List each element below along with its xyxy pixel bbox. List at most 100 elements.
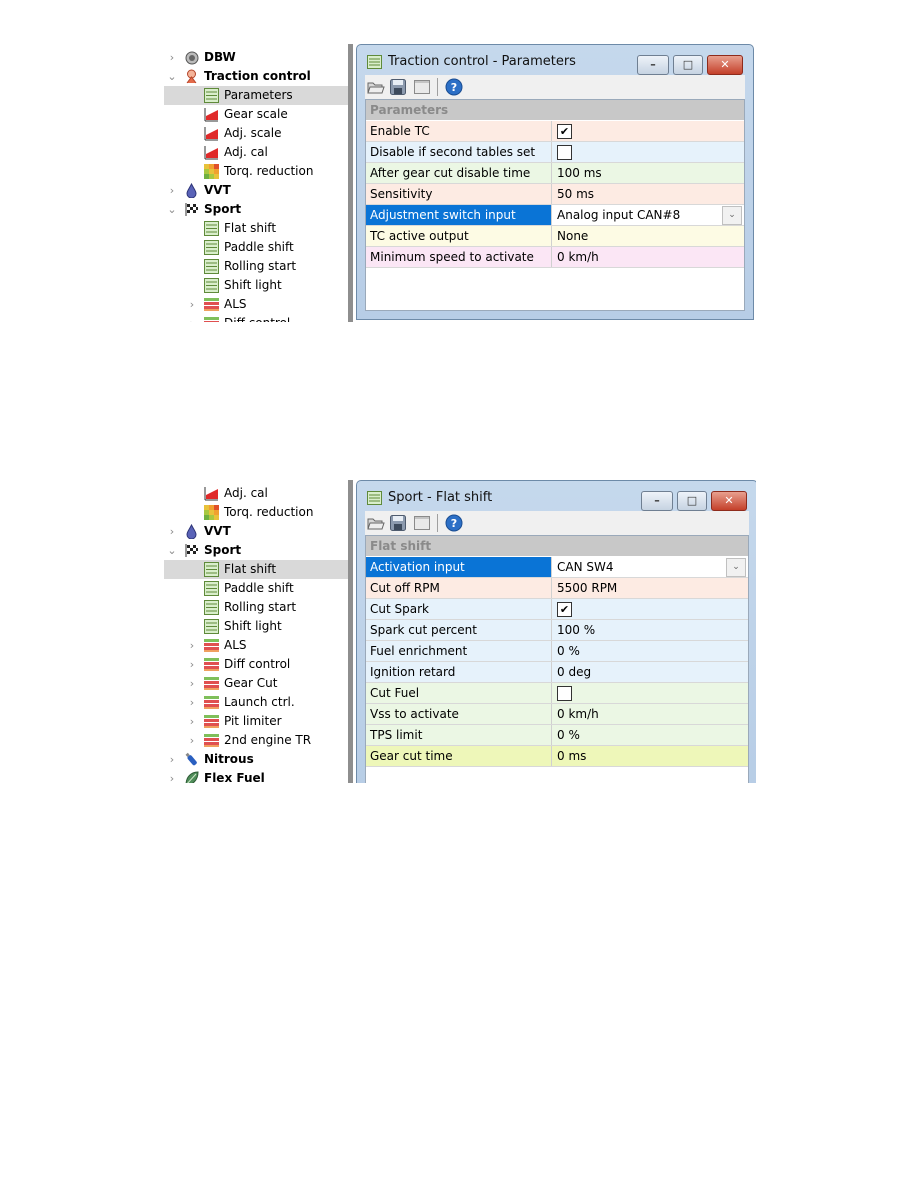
tree-item[interactable]: Torq. reduction	[164, 503, 348, 522]
open-folder-icon[interactable]	[367, 514, 385, 532]
chevron-right-icon[interactable]: ›	[166, 750, 178, 769]
checkbox[interactable]: ✔	[557, 602, 572, 617]
grid-row[interactable]: Vss to activate 0 km/h	[366, 704, 748, 725]
tree-item[interactable]: › DBW	[164, 48, 348, 67]
property-value[interactable]: None	[557, 229, 588, 243]
checkbox[interactable]	[557, 686, 572, 701]
tree-item[interactable]: › ALS	[164, 295, 348, 314]
tree-item[interactable]: Adj. scale	[164, 124, 348, 143]
chevron-right-icon[interactable]: ›	[186, 314, 198, 322]
grid-row[interactable]: Minimum speed to activate 0 km/h	[366, 247, 744, 268]
tree-item[interactable]: › Launch ctrl.	[164, 693, 348, 712]
grid-row[interactable]: Cut Spark ✔	[366, 599, 748, 620]
chevron-down-icon[interactable]: ⌄	[726, 558, 746, 577]
tree-item[interactable]: › Pit limiter	[164, 712, 348, 731]
grid-row[interactable]: After gear cut disable time 100 ms	[366, 163, 744, 184]
property-value[interactable]: 100 %	[557, 623, 595, 637]
grid-row[interactable]: Gear cut time 0 ms	[366, 746, 748, 767]
open-folder-icon[interactable]	[367, 78, 385, 96]
checkbox[interactable]: ✔	[557, 124, 572, 139]
maximize-button[interactable]: □	[677, 491, 707, 511]
property-value[interactable]: 50 ms	[557, 187, 594, 201]
chevron-down-icon[interactable]: ⌄	[166, 67, 178, 86]
property-value[interactable]: 0 deg	[557, 665, 591, 679]
property-value-cell[interactable]: 0 km/h	[552, 247, 744, 267]
help-icon[interactable]: ?	[445, 514, 463, 532]
tree-item[interactable]: Flat shift	[164, 219, 348, 238]
grid-row[interactable]: Disable if second tables set	[366, 142, 744, 163]
property-value[interactable]: 5500 RPM	[557, 581, 617, 595]
tree-item[interactable]: › Flex Fuel	[164, 769, 348, 783]
splitter[interactable]	[348, 480, 353, 783]
chevron-right-icon[interactable]: ›	[186, 731, 198, 750]
tree-item[interactable]: ⌄ Traction control	[164, 67, 348, 86]
property-value-cell[interactable]: 100 %	[552, 620, 748, 640]
tree-item[interactable]: Paddle shift	[164, 579, 348, 598]
property-value-cell[interactable]: 0 ms	[552, 746, 748, 766]
tree-item[interactable]: ⌄ Sport	[164, 541, 348, 560]
save-disk-icon[interactable]	[389, 514, 407, 532]
property-value[interactable]: 0 %	[557, 728, 580, 742]
tree-item[interactable]: Adj. cal	[164, 143, 348, 162]
tree-item[interactable]: › Diff control	[164, 655, 348, 674]
property-value[interactable]: 0 %	[557, 644, 580, 658]
chevron-down-icon[interactable]: ⌄	[166, 200, 178, 219]
chevron-right-icon[interactable]: ›	[166, 522, 178, 541]
tree-item[interactable]: › Nitrous	[164, 750, 348, 769]
chevron-right-icon[interactable]: ›	[186, 636, 198, 655]
grid-row[interactable]: Fuel enrichment 0 %	[366, 641, 748, 662]
property-value[interactable]: 0 ms	[557, 749, 586, 763]
chevron-right-icon[interactable]: ›	[166, 769, 178, 783]
tree-item[interactable]: Torq. reduction	[164, 162, 348, 181]
minimize-button[interactable]: –	[641, 491, 673, 511]
grid-row[interactable]: Spark cut percent 100 %	[366, 620, 748, 641]
property-value-cell[interactable]: 50 ms	[552, 184, 744, 204]
property-value-cell[interactable]: 100 ms	[552, 163, 744, 183]
chevron-down-icon[interactable]: ⌄	[166, 541, 178, 560]
grid-row[interactable]: Ignition retard 0 deg	[366, 662, 748, 683]
property-value-cell[interactable]: 5500 RPM	[552, 578, 748, 598]
property-value[interactable]: 0 km/h	[557, 250, 599, 264]
close-button[interactable]: ✕	[707, 55, 743, 75]
grid-row[interactable]: Adjustment switch input Analog input CAN#…	[366, 205, 744, 226]
grid-row[interactable]: TPS limit 0 %	[366, 725, 748, 746]
tree-item[interactable]: › Diff control	[164, 314, 348, 322]
close-button[interactable]: ✕	[711, 491, 747, 511]
tree-item[interactable]: Shift light	[164, 617, 348, 636]
splitter[interactable]	[348, 44, 353, 322]
tree-item[interactable]: ⌄ Sport	[164, 200, 348, 219]
chevron-right-icon[interactable]: ›	[186, 295, 198, 314]
chevron-down-icon[interactable]: ⌄	[722, 206, 742, 225]
title-bar[interactable]: Traction control - Parameters – □ ✕	[363, 51, 747, 75]
dropdown-value[interactable]: Analog input CAN#8	[557, 208, 680, 222]
grid-row[interactable]: Cut Fuel	[366, 683, 748, 704]
dropdown-select[interactable]: Analog input CAN#8 ⌄	[552, 205, 744, 225]
chevron-right-icon[interactable]: ›	[166, 181, 178, 200]
tree-item[interactable]: Parameters	[164, 86, 348, 105]
tree-item[interactable]: Gear scale	[164, 105, 348, 124]
window-icon[interactable]	[413, 514, 431, 532]
property-value-cell[interactable]: 0 %	[552, 641, 748, 661]
chevron-right-icon[interactable]: ›	[166, 48, 178, 67]
chevron-right-icon[interactable]: ›	[186, 712, 198, 731]
dropdown-select[interactable]: CAN SW4 ⌄	[552, 557, 748, 577]
grid-row[interactable]: Enable TC ✔	[366, 121, 744, 142]
tree-item[interactable]: Paddle shift	[164, 238, 348, 257]
chevron-right-icon[interactable]: ›	[186, 655, 198, 674]
tree-item[interactable]: › VVT	[164, 181, 348, 200]
tree-item[interactable]: › 2nd engine TR	[164, 731, 348, 750]
dropdown-value[interactable]: CAN SW4	[557, 560, 614, 574]
tree-item[interactable]: › Gear Cut	[164, 674, 348, 693]
tree-item[interactable]: Adj. cal	[164, 484, 348, 503]
property-value-cell[interactable]: 0 deg	[552, 662, 748, 682]
tree-item[interactable]: Rolling start	[164, 257, 348, 276]
help-icon[interactable]: ?	[445, 78, 463, 96]
save-disk-icon[interactable]	[389, 78, 407, 96]
tree-item[interactable]: Shift light	[164, 276, 348, 295]
property-value-cell[interactable]: None	[552, 226, 744, 246]
tree-item[interactable]: › ALS	[164, 636, 348, 655]
title-bar[interactable]: Sport - Flat shift – □ ✕	[363, 487, 751, 511]
tree-item[interactable]: Rolling start	[164, 598, 348, 617]
tree-item[interactable]: Flat shift	[164, 560, 348, 579]
grid-row[interactable]: Cut off RPM 5500 RPM	[366, 578, 748, 599]
